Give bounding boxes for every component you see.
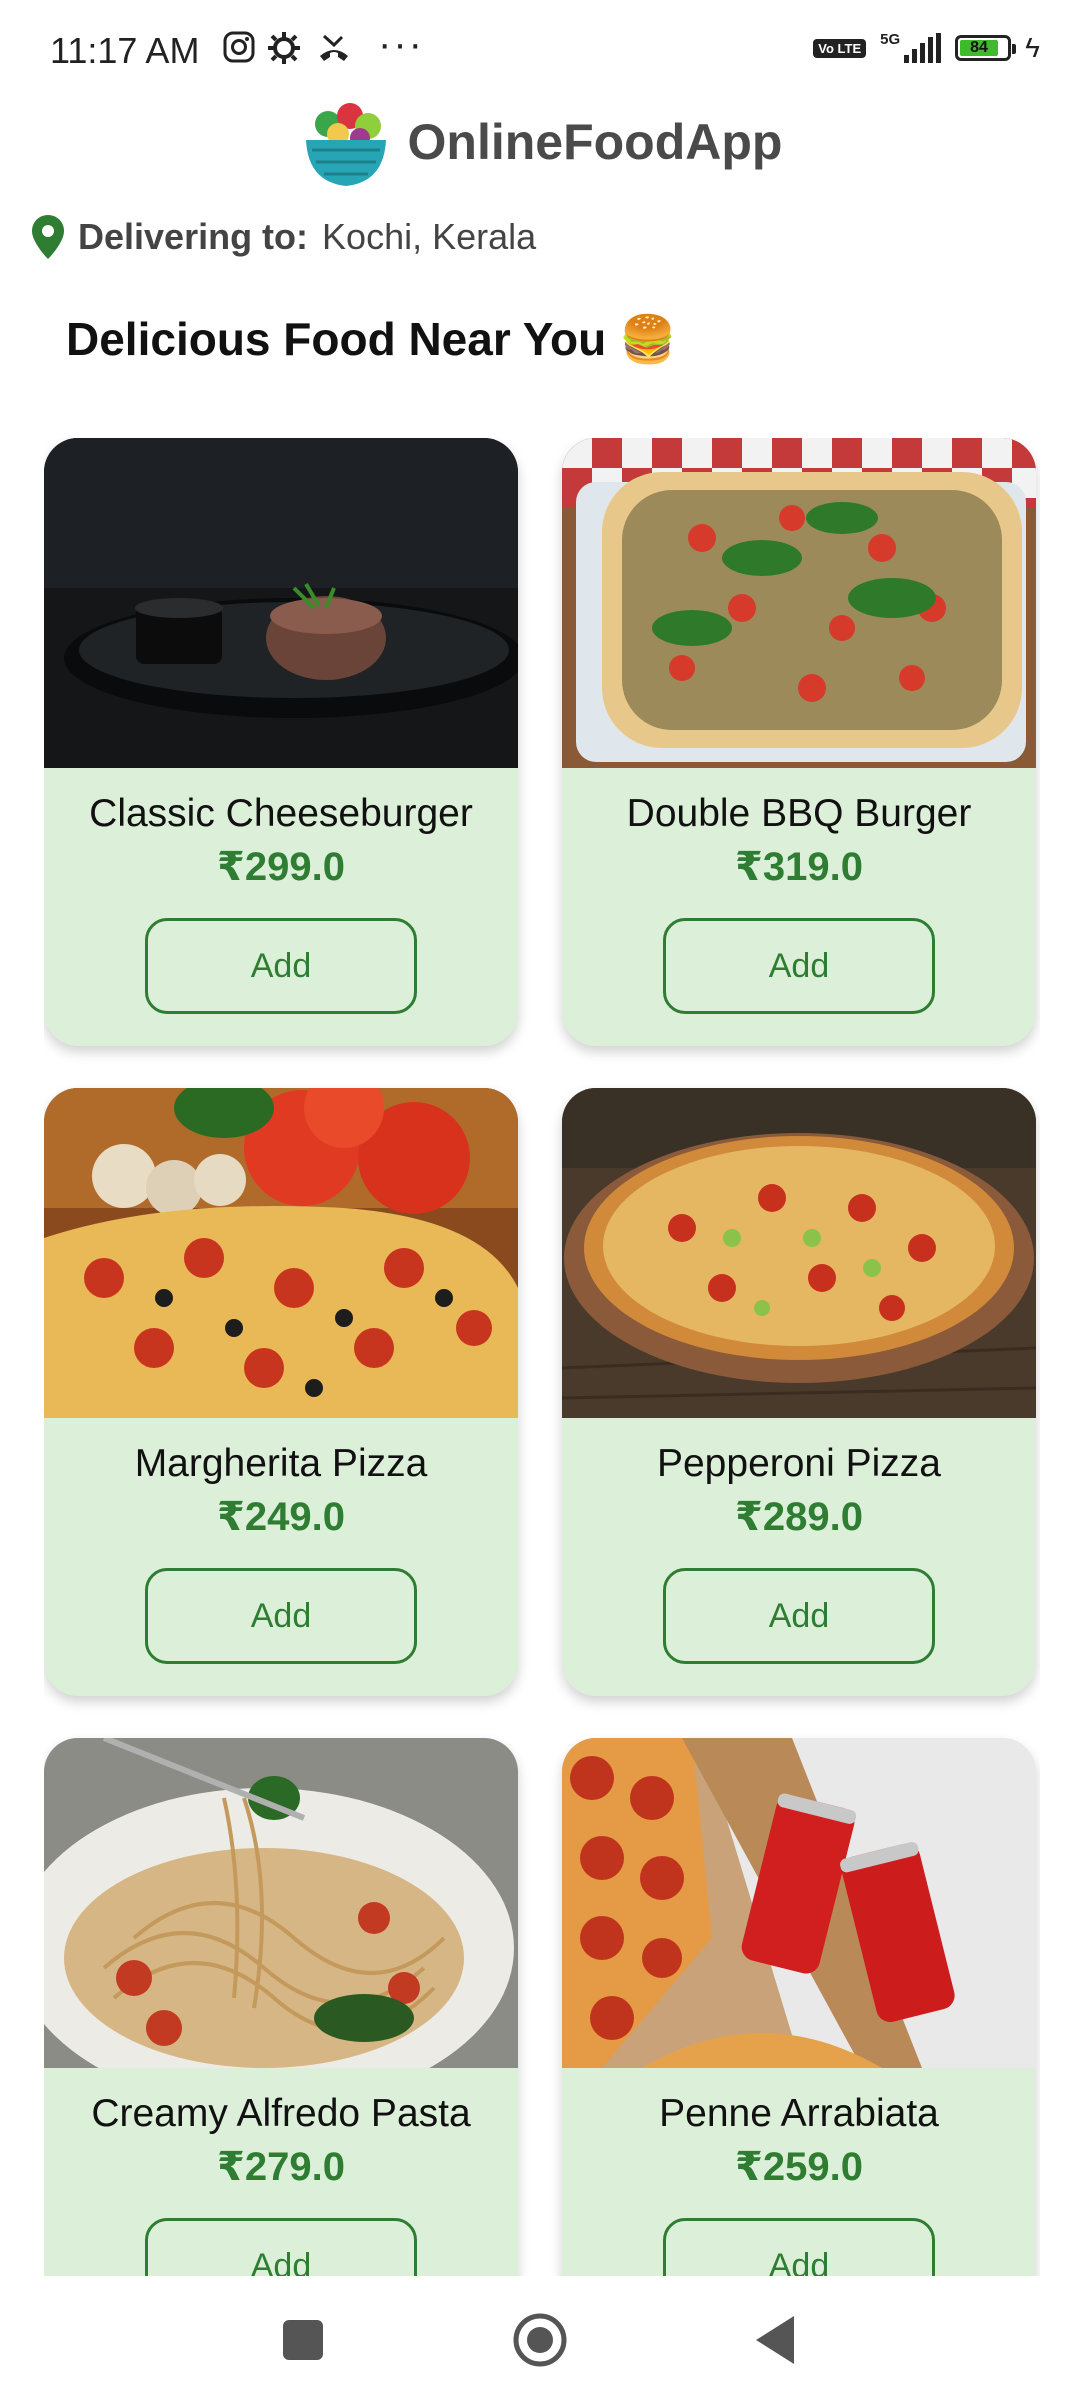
back-icon[interactable] bbox=[750, 2312, 798, 2368]
food-name: Creamy Alfredo Pasta bbox=[91, 2092, 471, 2135]
food-card[interactable]: Penne Arrabiata ₹259.0 Add bbox=[562, 1738, 1036, 2276]
add-button[interactable]: Add bbox=[145, 918, 417, 1014]
app-header: OnlineFoodApp bbox=[0, 92, 1080, 192]
food-card[interactable]: Margherita Pizza ₹249.0 Add bbox=[44, 1088, 518, 1696]
charging-icon: ϟ bbox=[1025, 32, 1040, 63]
battery-icon: 84 bbox=[955, 35, 1017, 61]
more-icon: ··· bbox=[378, 22, 424, 66]
food-name: Margherita Pizza bbox=[134, 1442, 428, 1485]
food-card[interactable]: Double BBQ Burger ₹319.0 Add bbox=[562, 438, 1036, 1046]
volte-icon: Vo LTE bbox=[813, 38, 867, 58]
delivery-location[interactable]: Delivering to: Kochi, Kerala bbox=[32, 215, 536, 259]
food-price: ₹289.0 bbox=[735, 1495, 863, 1539]
food-price: ₹279.0 bbox=[217, 2145, 345, 2189]
location-pin-icon bbox=[32, 215, 64, 259]
food-image bbox=[44, 1738, 518, 2068]
food-image bbox=[44, 438, 518, 768]
home-icon[interactable] bbox=[512, 2312, 568, 2368]
settings-icon bbox=[266, 30, 302, 75]
battery-level: 84 bbox=[960, 40, 998, 56]
food-card[interactable]: Pepperoni Pizza ₹289.0 Add bbox=[562, 1088, 1036, 1696]
food-card[interactable]: Creamy Alfredo Pasta ₹279.0 Add bbox=[44, 1738, 518, 2276]
food-price: ₹249.0 bbox=[217, 1495, 345, 1539]
status-bar: 11:17 AM ··· Vo LTE 5G 84 ϟ bbox=[0, 0, 1080, 100]
navigation-bar bbox=[0, 2276, 1080, 2400]
network-label: 5G bbox=[880, 30, 901, 48]
food-image bbox=[562, 1088, 1036, 1418]
delivery-city: Kochi, Kerala bbox=[322, 216, 537, 257]
missed-call-icon bbox=[316, 30, 352, 75]
delivery-label: Delivering to: bbox=[78, 216, 309, 257]
section-title: Delicious Food Near You 🍔 bbox=[66, 313, 677, 365]
food-name: Pepperoni Pizza bbox=[656, 1442, 941, 1485]
status-right: Vo LTE 5G 84 ϟ bbox=[813, 30, 1040, 64]
add-button[interactable]: Add bbox=[663, 918, 935, 1014]
instagram-icon bbox=[222, 30, 256, 73]
add-button[interactable]: Add bbox=[663, 1568, 935, 1664]
food-name: Double BBQ Burger bbox=[626, 792, 972, 835]
food-name: Penne Arrabiata bbox=[659, 2092, 939, 2135]
food-card[interactable]: Classic Cheeseburger ₹299.0 Add bbox=[44, 438, 518, 1046]
status-time: 11:17 AM bbox=[50, 30, 200, 71]
food-image bbox=[44, 1088, 518, 1418]
recent-apps-icon[interactable] bbox=[283, 2320, 323, 2360]
food-image bbox=[562, 438, 1036, 768]
add-button[interactable]: Add bbox=[663, 2218, 935, 2276]
add-button[interactable]: Add bbox=[145, 1568, 417, 1664]
food-grid: Classic Cheeseburger ₹299.0 Add Double B… bbox=[44, 438, 1040, 2276]
food-image bbox=[562, 1738, 1036, 2068]
signal-icon bbox=[904, 33, 942, 63]
food-name: Classic Cheeseburger bbox=[89, 792, 473, 835]
food-price: ₹299.0 bbox=[217, 845, 345, 889]
app-logo-icon bbox=[305, 103, 386, 186]
food-price: ₹259.0 bbox=[735, 2145, 863, 2189]
add-button[interactable]: Add bbox=[145, 2218, 417, 2276]
app-title: OnlineFoodApp bbox=[407, 114, 783, 170]
food-price: ₹319.0 bbox=[735, 845, 863, 889]
